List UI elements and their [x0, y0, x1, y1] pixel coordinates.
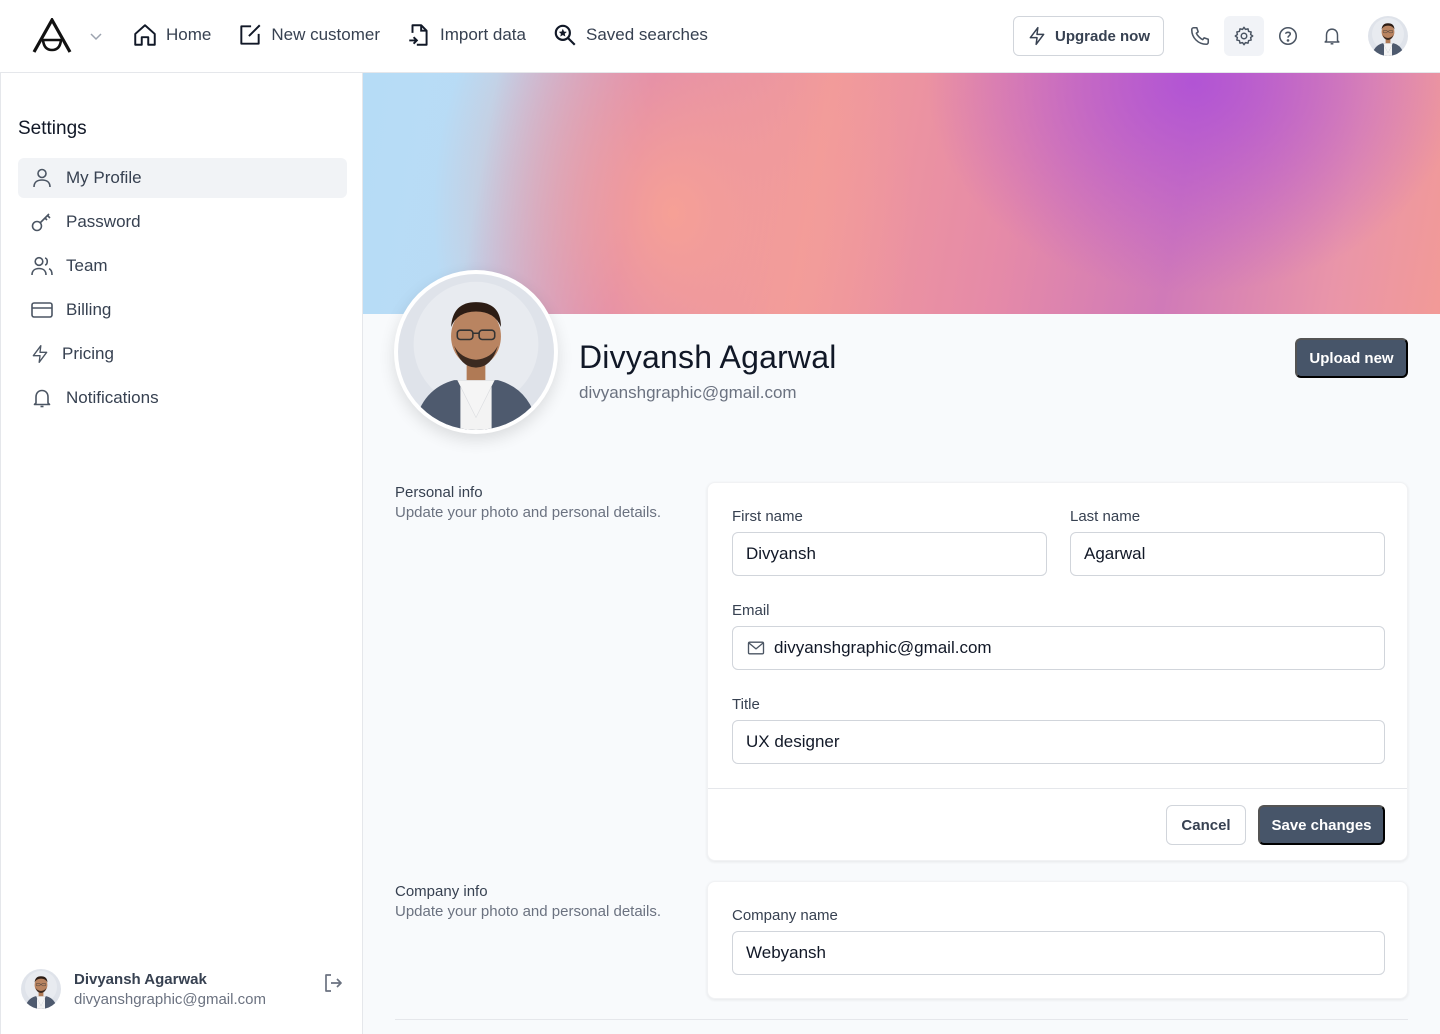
nav-home-label: Home — [166, 25, 212, 44]
file-import-icon — [409, 24, 428, 46]
sidebar-title: Settings — [18, 118, 87, 139]
section-divider — [395, 1019, 1408, 1020]
credit-card-icon — [31, 302, 53, 318]
nav-saved-searches[interactable]: Saved searches — [552, 22, 708, 48]
profile-settings-main: Divyansh Agarwal divyanshgraphic@gmail.c… — [363, 73, 1440, 1034]
help-icon — [1278, 26, 1298, 46]
profile-avatar — [394, 270, 558, 434]
last-name-label: Last name — [1070, 508, 1141, 525]
sidebar-item-label: Notifications — [66, 388, 159, 407]
title-input[interactable]: UX designer — [732, 720, 1385, 764]
avatar-photo — [21, 969, 61, 1009]
sidebar-item-password[interactable]: Password — [18, 202, 347, 242]
edit-icon — [240, 24, 261, 45]
first-name-value: Divyansh — [746, 544, 816, 563]
bell-icon — [33, 389, 51, 408]
profile-name: Divyansh Agarwal — [579, 339, 837, 375]
personal-info-card: First name Divyansh Last name Agarwal Em… — [707, 482, 1408, 861]
profile-email: divyanshgraphic@gmail.com — [579, 383, 797, 402]
save-changes-button[interactable]: Save changes — [1258, 805, 1385, 845]
sidebar-item-pricing[interactable]: Pricing — [18, 334, 347, 374]
user-icon — [33, 168, 51, 188]
sidebar-user-email: divyanshgraphic@gmail.com — [74, 991, 266, 1008]
notifications-button[interactable] — [1312, 16, 1352, 56]
bell-icon — [1324, 28, 1340, 45]
main-nav: Home New customer Import data Saved sear… — [132, 22, 708, 48]
last-name-value: Agarwal — [1084, 544, 1146, 563]
settings-sidebar: Settings My Profile Password Team Billin… — [0, 73, 363, 1034]
help-button[interactable] — [1268, 16, 1308, 56]
phone-icon — [1190, 26, 1210, 46]
first-name-label: First name — [732, 508, 803, 525]
company-name-value: Webyansh — [746, 943, 827, 962]
sidebar-item-label: Pricing — [62, 344, 114, 363]
sidebar-item-label: Password — [66, 212, 141, 231]
top-navigation: Home New customer Import data Saved sear… — [0, 0, 1440, 73]
email-label: Email — [732, 602, 770, 619]
lightning-icon — [1029, 26, 1045, 46]
phone-button[interactable] — [1180, 16, 1220, 56]
gear-icon — [1234, 26, 1254, 46]
sidebar-item-my-profile[interactable]: My Profile — [18, 158, 347, 198]
sidebar-item-team[interactable]: Team — [18, 246, 347, 286]
settings-button[interactable] — [1224, 16, 1264, 56]
sidebar-item-notifications[interactable]: Notifications — [18, 378, 347, 418]
company-info-description: Update your photo and personal details. — [395, 903, 662, 920]
chevron-down-icon[interactable] — [88, 28, 104, 44]
upgrade-now-label: Upgrade now — [1054, 27, 1150, 45]
first-name-input[interactable]: Divyansh — [732, 532, 1047, 576]
profile-photo — [398, 274, 554, 430]
sidebar-user-card: Divyansh Agarwak divyanshgraphic@gmail.c… — [21, 969, 351, 1013]
home-icon — [134, 24, 156, 46]
company-info-card: Company name Webyansh — [707, 881, 1408, 999]
company-name-input[interactable]: Webyansh — [732, 931, 1385, 975]
nav-new-customer[interactable]: New customer — [237, 22, 380, 48]
personal-info-title: Personal info — [395, 484, 483, 501]
sidebar-item-label: Billing — [66, 300, 112, 319]
sidebar-item-label: Team — [66, 256, 108, 275]
company-info-title: Company info — [395, 883, 488, 900]
title-value: UX designer — [746, 732, 840, 751]
app-logo[interactable] — [32, 18, 72, 54]
card-divider — [708, 788, 1407, 789]
sidebar-item-label: My Profile — [66, 168, 142, 187]
company-name-label: Company name — [732, 907, 838, 924]
last-name-input[interactable]: Agarwal — [1070, 532, 1385, 576]
avatar-photo — [1368, 16, 1408, 56]
key-icon — [31, 213, 51, 232]
email-input[interactable]: divyanshgraphic@gmail.com — [732, 626, 1385, 670]
mail-icon — [747, 641, 765, 655]
users-icon — [31, 256, 53, 276]
upgrade-now-button[interactable]: Upgrade now — [1013, 16, 1164, 56]
sidebar-user-name: Divyansh Agarwak — [74, 971, 207, 988]
nav-import-data-label: Import data — [440, 25, 526, 44]
nav-new-customer-label: New customer — [271, 25, 380, 44]
sidebar-item-billing[interactable]: Billing — [18, 290, 347, 330]
search-star-icon — [554, 24, 576, 46]
title-label: Title — [732, 696, 760, 713]
nav-home[interactable]: Home — [132, 22, 211, 48]
nav-import-data[interactable]: Import data — [406, 22, 526, 48]
cancel-button[interactable]: Cancel — [1166, 805, 1246, 845]
lightning-icon — [32, 345, 48, 363]
nav-saved-searches-label: Saved searches — [586, 25, 708, 44]
upload-new-button[interactable]: Upload new — [1295, 338, 1408, 378]
user-avatar[interactable] — [1368, 16, 1408, 56]
logout-icon[interactable] — [321, 971, 345, 995]
email-value: divyanshgraphic@gmail.com — [774, 638, 992, 657]
personal-info-description: Update your photo and personal details. — [395, 504, 662, 521]
settings-menu: My Profile Password Team Billing Pricing… — [18, 158, 347, 422]
profile-cover-banner — [363, 73, 1440, 314]
sidebar-user-avatar — [21, 969, 61, 1009]
